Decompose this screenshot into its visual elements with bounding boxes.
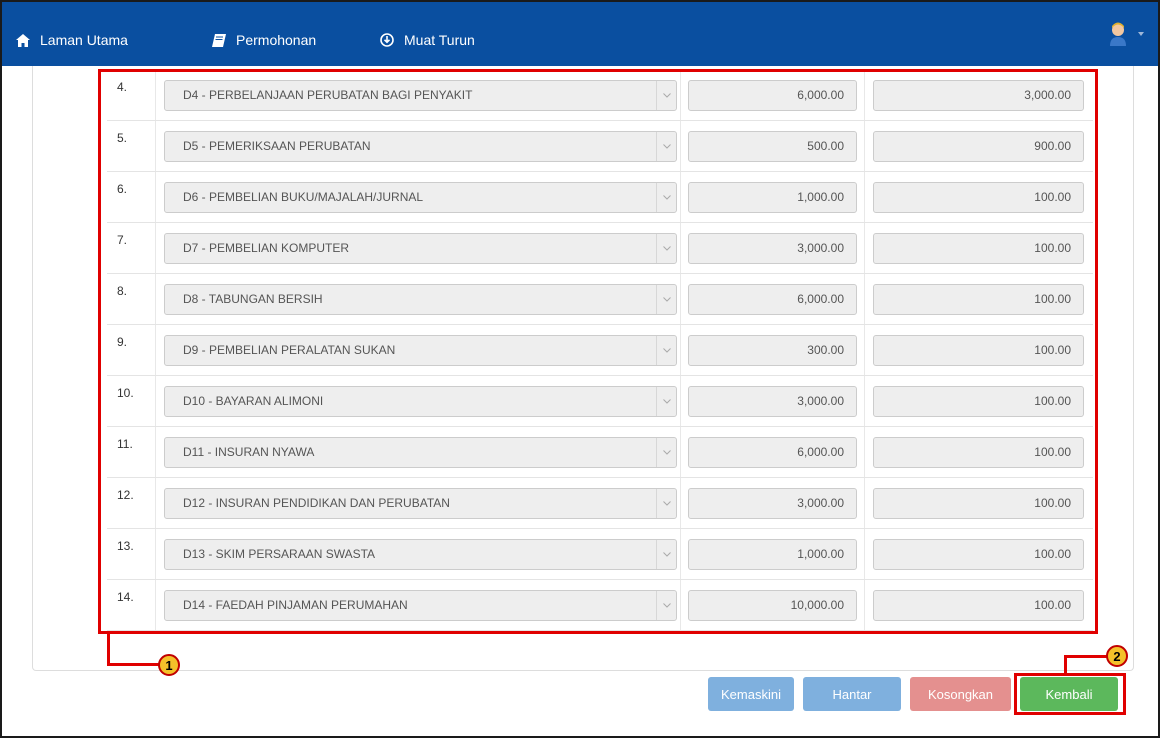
- highlight-box-1: [98, 69, 1098, 634]
- callout-marker-2: 2: [1106, 645, 1128, 667]
- user-avatar-icon[interactable]: [1108, 22, 1128, 46]
- nav-download-label: Muat Turun: [404, 32, 475, 48]
- callout-line-2: [1064, 655, 1067, 675]
- nav-application[interactable]: Permohonan: [212, 30, 316, 50]
- top-navbar: Laman Utama Permohonan Muat Turun: [0, 0, 1160, 66]
- nav-home[interactable]: Laman Utama: [16, 30, 128, 50]
- submit-button[interactable]: Hantar: [803, 677, 901, 711]
- chevron-down-icon[interactable]: [1138, 32, 1144, 36]
- nav-download[interactable]: Muat Turun: [380, 30, 475, 50]
- callout-line-2b: [1064, 655, 1108, 658]
- nav-application-label: Permohonan: [236, 32, 317, 48]
- callout-line-1: [107, 632, 110, 666]
- highlight-box-2: [1014, 673, 1126, 715]
- callout-line-1b: [107, 663, 159, 666]
- home-icon: [16, 33, 30, 47]
- update-button[interactable]: Kemaskini: [708, 677, 794, 711]
- callout-marker-1: 1: [158, 654, 180, 676]
- clear-button[interactable]: Kosongkan: [910, 677, 1011, 711]
- book-icon: [212, 33, 226, 47]
- nav-home-label: Laman Utama: [40, 32, 128, 48]
- download-circle-icon: [380, 33, 394, 47]
